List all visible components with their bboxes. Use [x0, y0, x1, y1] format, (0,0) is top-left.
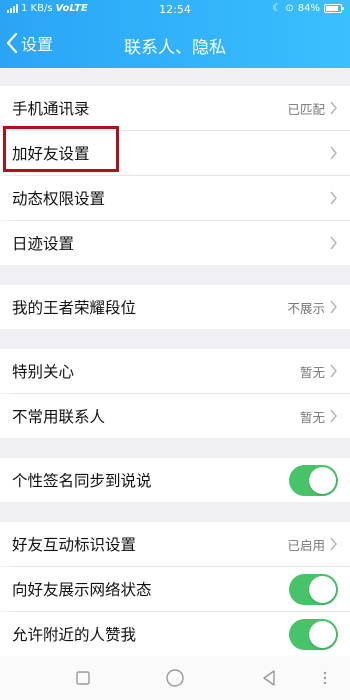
row-label: 动态权限设置: [12, 190, 106, 208]
row-right: [329, 146, 338, 160]
row-daily-story-settings[interactable]: 日迹设置: [0, 221, 350, 265]
square-icon: [76, 671, 90, 685]
header-bar: 1 KB/s VoLTE 12:54 ☾ ⊙ 84% 设置 联系人、隐私: [0, 0, 350, 68]
home-button[interactable]: [162, 665, 188, 691]
chevron-right-icon: [330, 236, 337, 250]
row-right: 已匹配: [287, 99, 338, 118]
row-infrequent-contacts[interactable]: 不常用联系人 暂无: [0, 394, 350, 438]
page-title: 联系人、隐私: [124, 38, 226, 58]
status-right: ☾ ⊙ 84%: [272, 3, 344, 14]
chevron-right-icon: [330, 146, 337, 160]
row-nearby-likes: 允许附近的人赞我: [0, 612, 350, 656]
row-right: 不展示: [287, 298, 338, 317]
recents-button[interactable]: [70, 665, 96, 691]
row-label: 好友互动标识设置: [12, 536, 137, 554]
status-bar: 1 KB/s VoLTE 12:54 ☾ ⊙ 84%: [0, 0, 350, 20]
highlight-box: [3, 126, 119, 172]
row-label: 个性签名同步到说说: [12, 472, 152, 490]
row-interaction-badge[interactable]: 好友互动标识设置 已启用: [0, 522, 350, 566]
row-network-status: 向好友展示网络状态: [0, 567, 350, 611]
row-special-care[interactable]: 特别关心 暂无: [0, 349, 350, 393]
row-label: 手机通讯录: [12, 100, 90, 118]
row-value: 暂无: [299, 409, 325, 425]
toggle-knob: [309, 620, 336, 648]
system-nav-bar: [0, 656, 350, 700]
chevron-right-icon: [330, 364, 337, 378]
row-value: 已启用: [287, 537, 325, 553]
chevron-right-icon: [330, 300, 337, 314]
signature-sync-toggle[interactable]: [289, 464, 338, 496]
more-dots-icon: [323, 671, 327, 685]
battery-percent: 84%: [297, 3, 320, 14]
chevron-right-icon: [330, 409, 337, 423]
chevron-right-icon: [330, 101, 337, 115]
row-right: 暂无: [300, 407, 338, 426]
battery-icon: [324, 4, 344, 13]
row-game-rank[interactable]: 我的王者荣耀段位 不展示: [0, 285, 350, 329]
chevron-right-icon: [330, 191, 337, 205]
row-value: 暂无: [299, 364, 325, 380]
back-nav-button[interactable]: [256, 665, 282, 691]
toggle-knob: [309, 575, 336, 603]
row-label: 我的王者荣耀段位: [12, 299, 137, 317]
nearby-likes-toggle[interactable]: [289, 618, 338, 650]
row-label: 日迹设置: [12, 235, 75, 253]
row-label: 向好友展示网络状态: [12, 581, 152, 599]
row-feed-permissions[interactable]: 动态权限设置: [0, 176, 350, 220]
row-label: 特别关心: [12, 363, 75, 381]
row-contacts[interactable]: 手机通讯录 已匹配: [0, 86, 350, 130]
chevron-right-icon: [330, 537, 337, 551]
row-value: 已匹配: [287, 101, 325, 117]
toggle-knob: [309, 466, 336, 494]
circle-icon: [166, 669, 184, 687]
row-label: 允许附近的人赞我: [12, 626, 137, 644]
triangle-back-icon: [263, 670, 275, 686]
row-right: [329, 236, 338, 250]
alarm-icon: ⊙: [285, 3, 294, 14]
network-status-toggle[interactable]: [289, 573, 338, 605]
row-signature-sync: 个性签名同步到说说: [0, 458, 350, 502]
nav-bar: 设置 联系人、隐私: [0, 22, 350, 66]
row-label: 不常用联系人: [12, 408, 106, 426]
row-right: [329, 191, 338, 205]
row-right: 暂无: [300, 362, 338, 381]
row-value: 不展示: [287, 300, 325, 316]
moon-icon: ☾: [272, 3, 282, 14]
row-right: 已启用: [287, 535, 338, 554]
more-button[interactable]: [318, 665, 332, 691]
